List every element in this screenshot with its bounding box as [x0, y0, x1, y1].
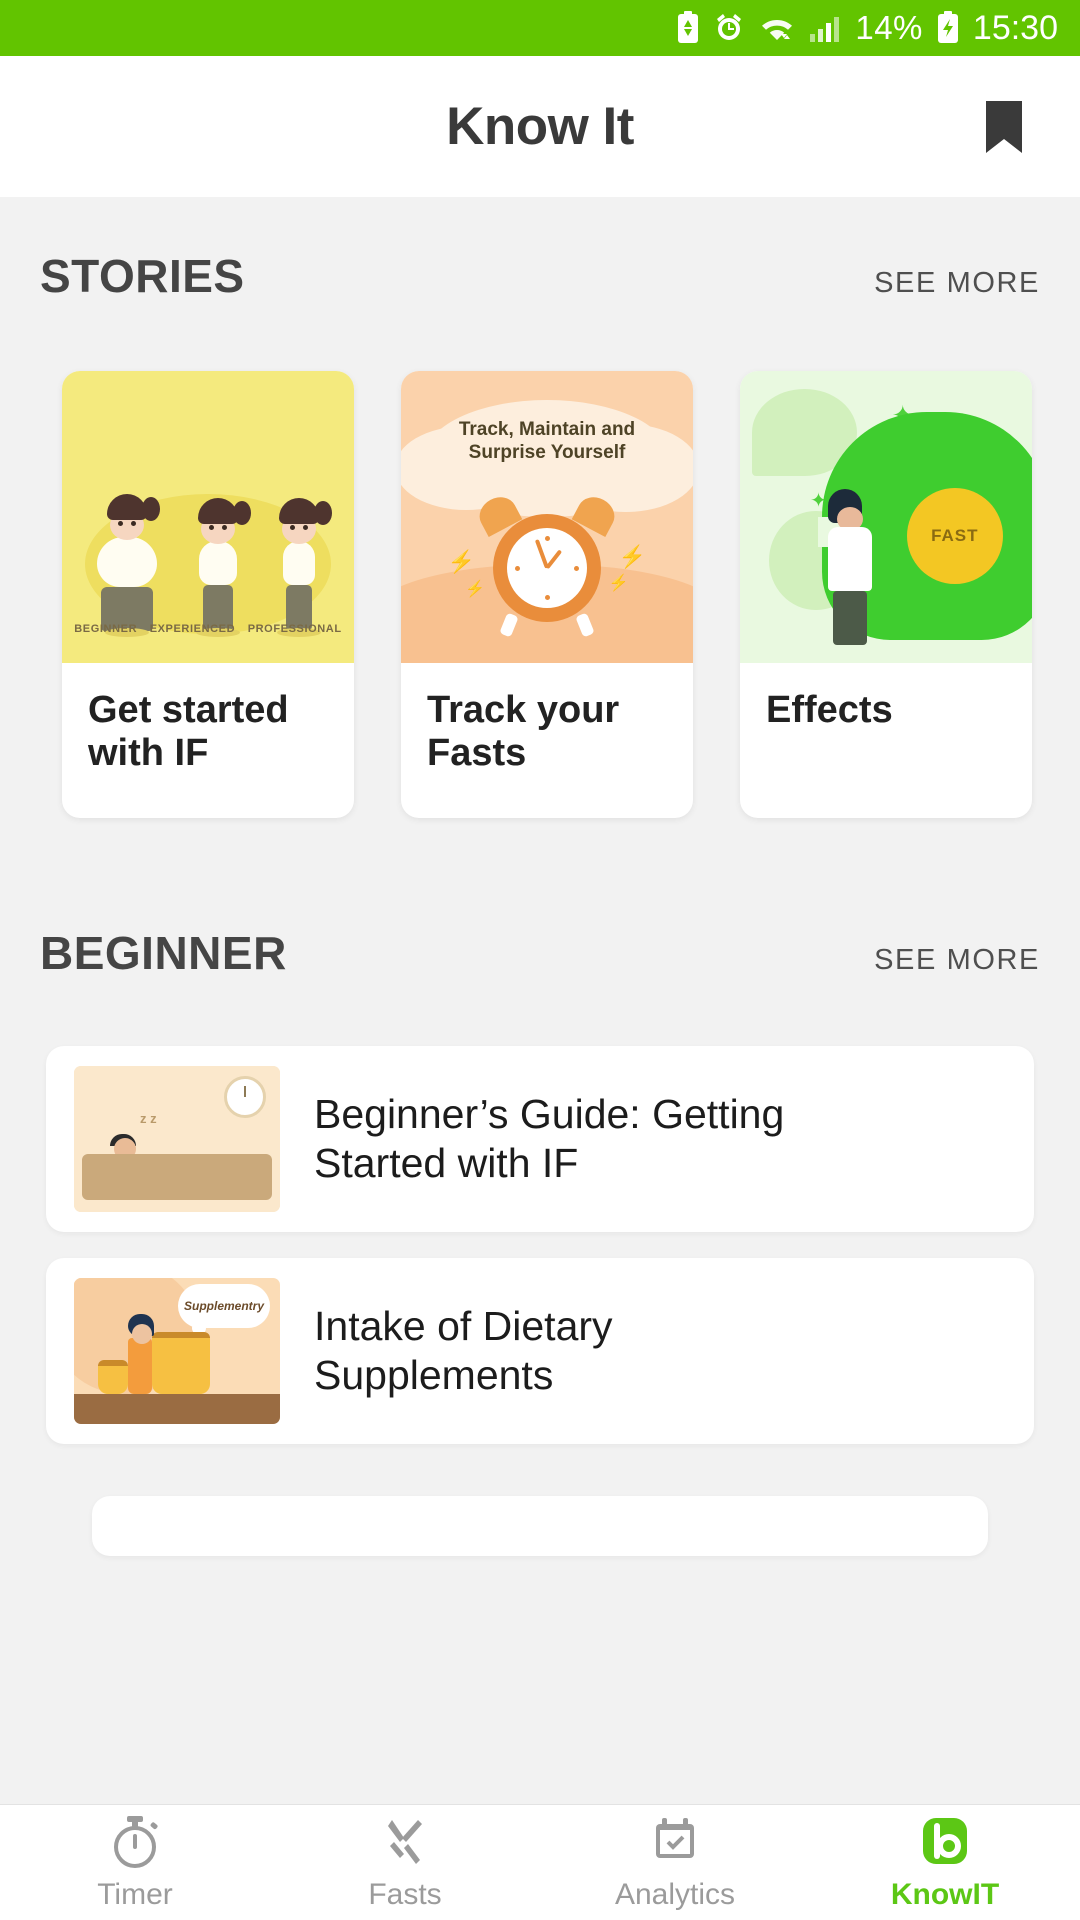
calendar-check-icon [648, 1814, 702, 1870]
nav-item-timer[interactable]: Timer [0, 1814, 270, 1912]
charging-battery-icon [935, 11, 961, 45]
story-card-title: Track your Fasts [427, 689, 620, 775]
nav-item-knowit[interactable]: KnowIT [810, 1814, 1080, 1912]
story-card[interactable]: ✦ ✦ FAST Effects [740, 371, 1032, 818]
list-item[interactable]: z z Beginner’s Guide: Getting Started wi… [46, 1045, 1034, 1232]
alarm-clock-illustration: Track, Maintain and Surprise Yourself ⚡ … [401, 371, 693, 663]
bookmark-button[interactable] [976, 97, 1032, 157]
stories-title: STORIES [40, 250, 245, 302]
battery-percent-label: 14% [855, 9, 923, 46]
list-item[interactable]: Supplementry Intake of Dietary Supplemen… [46, 1257, 1034, 1444]
wifi-icon [757, 12, 797, 44]
knowit-logo-icon [917, 1814, 973, 1870]
nav-label-knowit: KnowIT [890, 1877, 1000, 1911]
bottom-navigation: Timer Fasts Analytics KnowIT [0, 1804, 1080, 1920]
if-stages-illustration: BEGINNER EXPERIENCED PROFESSIONAL [62, 371, 354, 663]
stage-caption-beginner: BEGINNER [74, 623, 138, 635]
supplements-thumbnail: Supplementry [74, 1277, 280, 1424]
bookmark-icon [986, 100, 1022, 153]
thumbnail-label: Supplementry [183, 1298, 264, 1313]
story-card[interactable]: Track, Maintain and Surprise Yourself ⚡ … [401, 371, 693, 818]
nav-item-fasts[interactable]: Fasts [270, 1814, 540, 1912]
stories-see-more-link[interactable]: SEE MORE [874, 267, 1040, 300]
page-title: Know It [446, 97, 634, 156]
figure-beginner [96, 493, 160, 637]
signal-bars-icon [809, 12, 843, 44]
list-item-title: Beginner’s Guide: Getting Started with I… [314, 1091, 785, 1186]
stage-caption-professional: PROFESSIONAL [247, 623, 342, 635]
figure-professional [277, 497, 333, 637]
fork-knife-icon [378, 1814, 432, 1870]
list-item-partial[interactable] [92, 1495, 988, 1556]
fast-badge: FAST [906, 487, 1003, 584]
beginner-list: z z Beginner’s Guide: Getting Started wi… [0, 1045, 1080, 1556]
stage-caption-experienced: EXPERIENCED [149, 623, 236, 635]
figure-experienced [195, 497, 251, 637]
sleeping-person-thumbnail: z z [74, 1065, 280, 1212]
nav-label-analytics: Analytics [614, 1877, 736, 1911]
stories-carousel[interactable]: BEGINNER EXPERIENCED PROFESSIONAL Get st… [0, 371, 1080, 818]
battery-saver-icon [675, 11, 701, 45]
story-card-cloud-text: Track, Maintain and Surprise Yourself [458, 418, 636, 464]
status-bar: 14% 15:30 [0, 0, 1080, 56]
nav-label-timer: Timer [97, 1877, 173, 1911]
beginner-title: BEGINNER [40, 926, 287, 979]
beginner-section-header: BEGINNER SEE MORE [0, 926, 1080, 980]
nav-label-fasts: Fasts [368, 1877, 442, 1911]
alarm-clock-icon [473, 491, 621, 638]
story-card-title: Get started with IF [88, 689, 289, 775]
doctor-figure [827, 489, 872, 646]
app-header: Know It [0, 56, 1080, 197]
list-item-title: Intake of Dietary Supplements [314, 1303, 613, 1398]
scroll-content[interactable]: STORIES SEE MORE BEGINNER EXPERIENCED PR… [0, 197, 1080, 1804]
beginner-see-more-link[interactable]: SEE MORE [874, 944, 1040, 977]
story-card-title: Effects [766, 689, 893, 731]
alarm-clock-icon [713, 12, 745, 44]
nav-item-analytics[interactable]: Analytics [540, 1814, 810, 1912]
stopwatch-icon [108, 1814, 162, 1870]
doctor-brain-illustration: ✦ ✦ FAST [740, 371, 1032, 663]
stories-section-header: STORIES SEE MORE [0, 249, 1080, 303]
clock-label: 15:30 [972, 8, 1058, 47]
story-card[interactable]: BEGINNER EXPERIENCED PROFESSIONAL Get st… [62, 371, 354, 818]
